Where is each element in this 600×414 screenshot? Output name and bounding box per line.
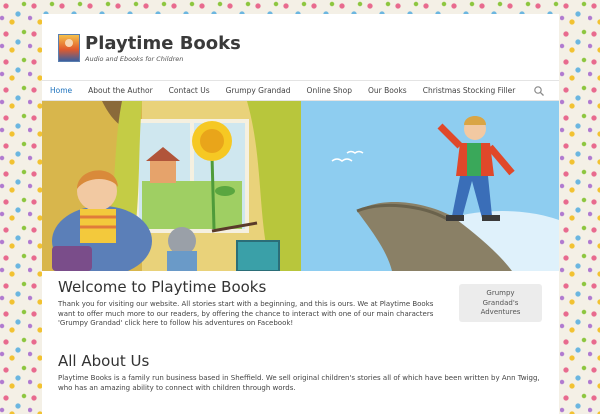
nav-item-grumpy-grandad[interactable]: Grumpy Grandad — [218, 81, 299, 100]
nav-item-christmas-stocking-filler[interactable]: Christmas Stocking Filler — [415, 81, 524, 100]
nav-item-online-shop[interactable]: Online Shop — [299, 81, 360, 100]
site-title[interactable]: Playtime Books — [85, 33, 241, 55]
banner-right-scene — [301, 101, 559, 271]
about-text: Playtime Books is a family run business … — [58, 374, 540, 392]
grumpy-grandad-adventures-button[interactable]: Grumpy Grandad's Adventures — [459, 284, 542, 322]
hero-banner — [42, 101, 559, 271]
welcome-text: Thank you for visiting our website. All … — [58, 300, 434, 328]
nav-item-contact-us[interactable]: Contact Us — [161, 81, 218, 100]
cta-line-3: Adventures — [480, 308, 521, 316]
cta-line-2: Grandad's — [482, 298, 519, 307]
site-logo[interactable] — [58, 34, 80, 62]
nav-item-our-books[interactable]: Our Books — [360, 81, 415, 100]
nav-item-about-the-author[interactable]: About the Author — [80, 81, 161, 100]
banner-left-scene — [42, 101, 301, 271]
main-navigation: Home About the Author Contact Us Grumpy … — [42, 80, 559, 101]
nav-item-home[interactable]: Home — [42, 81, 80, 100]
cta-line-1: Grumpy — [486, 289, 515, 297]
site-header: Playtime Books Audio and Ebooks for Chil… — [42, 14, 559, 80]
site-tagline: Audio and Ebooks for Children — [85, 55, 184, 63]
search-icon[interactable] — [533, 85, 545, 97]
page-container: Playtime Books Audio and Ebooks for Chil… — [42, 14, 559, 414]
about-title: All About Us — [58, 352, 150, 370]
banner-illustration — [42, 101, 559, 271]
